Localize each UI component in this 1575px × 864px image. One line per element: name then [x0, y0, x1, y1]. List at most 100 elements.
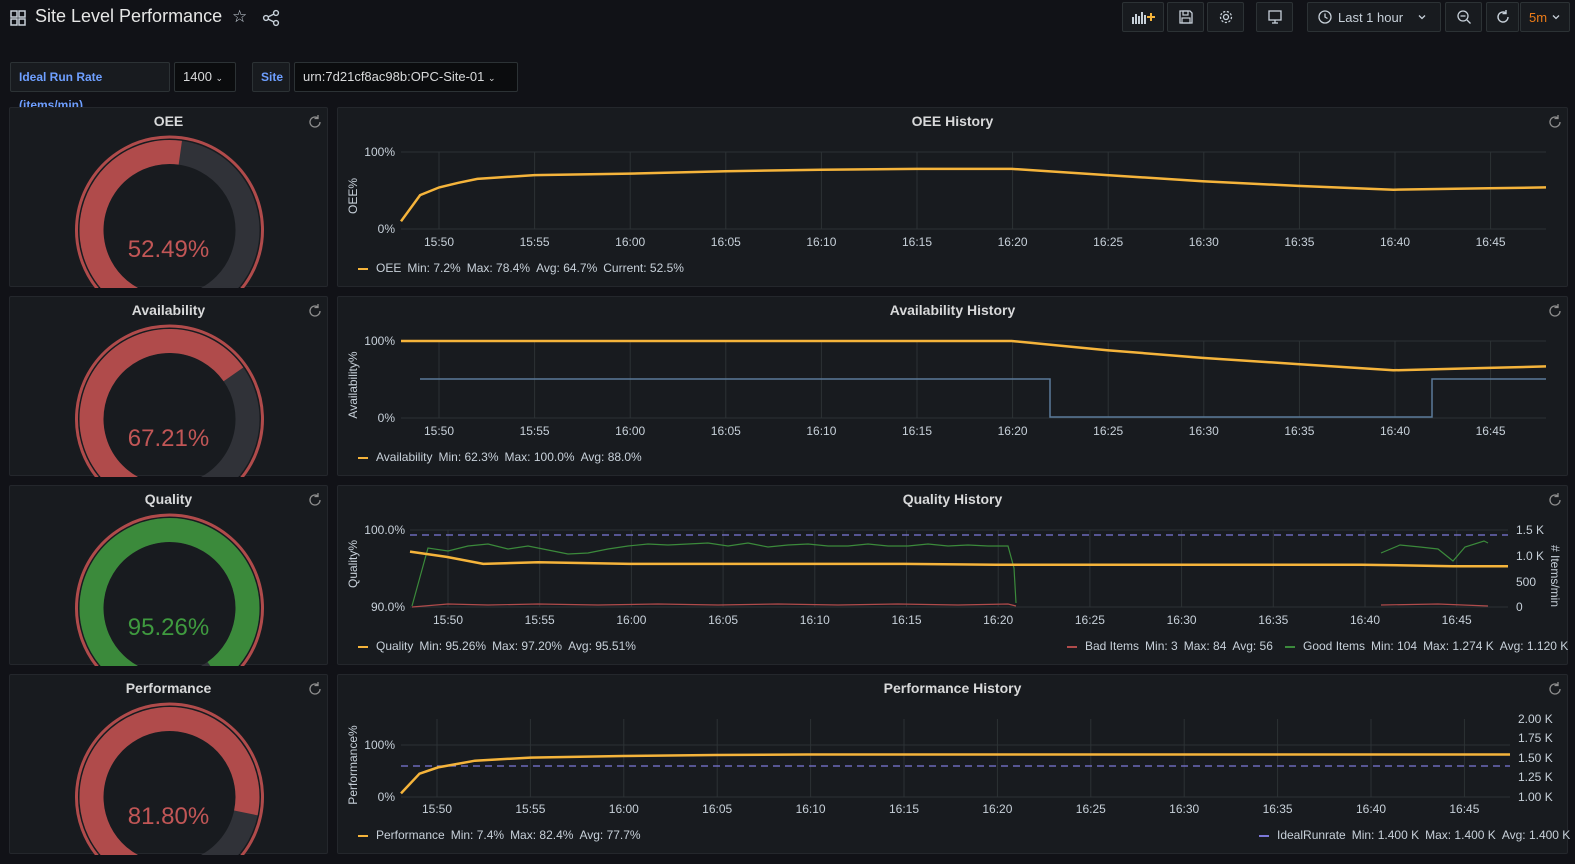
x-tick-label: 16:25 — [1093, 235, 1123, 249]
legend-oee[interactable]: OEE Min: 7.2% Max: 78.4% Avg: 64.7% Current:… — [358, 261, 684, 275]
performance-history-panel[interactable]: Performance History 100% 0% Performance%… — [337, 674, 1570, 854]
x-tick-label: 16:10 — [806, 235, 836, 249]
y2-tick-1000: 1.00 K — [1518, 790, 1553, 804]
gauge-value-arc — [79, 329, 244, 477]
x-tick-label: 16:00 — [616, 613, 646, 627]
chevron-down-icon: ⌄ — [488, 73, 496, 83]
quality-history-panel[interactable]: Quality History 100.0% 90.0% Quality% 1.… — [337, 485, 1568, 665]
legend-availability[interactable]: Availability Min: 62.3% Max: 100.0% Avg: 88… — [358, 450, 642, 464]
legend-good-items[interactable]: Good Items Min: 104 Max: 1.274 K Avg: 1.120… — [1285, 639, 1568, 653]
dashboards-grid-icon[interactable] — [10, 10, 26, 26]
x-tick-label: 16:20 — [998, 424, 1028, 438]
x-tick-label: 16:05 — [711, 235, 741, 249]
y2-tick-1500: 1.5 K — [1516, 523, 1544, 537]
gauge-value: 52.49% — [127, 236, 210, 263]
legend-min: Min: 7.4% — [450, 828, 505, 842]
y-tick-0: 0% — [378, 411, 396, 425]
legend-ideal-runrate[interactable]: IdealRunrate Min: 1.400 K Max: 1.400 K Avg:… — [1259, 828, 1570, 842]
x-tick-label: 16:45 — [1476, 235, 1506, 249]
save-dashboard-button[interactable] — [1167, 2, 1204, 32]
legend-max: Max: 1.274 K — [1423, 639, 1494, 653]
x-tick-label: 16:40 — [1380, 424, 1410, 438]
legend-current: Current: 52.5% — [603, 261, 684, 275]
variable-select-site[interactable]: urn:7d21cf8ac98b:OPC-Site-01 ⌄ — [294, 62, 518, 92]
gauge-panel-oee[interactable]: OEE 52.49% — [9, 107, 328, 288]
time-grid — [436, 719, 1465, 797]
y-axis-label: Availability% — [346, 351, 360, 418]
legend-bad-items[interactable]: Bad Items Min: 3 Max: 84 Avg: 56 — [1067, 639, 1273, 653]
legend-min: Min: 104 — [1371, 639, 1418, 653]
legend-avg: Avg: 1.400 K — [1501, 828, 1571, 842]
legend-min: Min: 3 — [1145, 639, 1178, 653]
gauge-panel-quality[interactable]: Quality 95.26% — [9, 485, 328, 666]
gauge-panel-performance[interactable]: Performance 81.80% — [9, 674, 328, 855]
y-axis-label: Quality% — [346, 540, 360, 588]
x-tick-label: 16:05 — [702, 802, 732, 816]
gauge-panel-availability[interactable]: Availability 67.21% — [9, 296, 328, 477]
legend-min: Min: 62.3% — [438, 450, 499, 464]
legend-swatch — [1067, 645, 1077, 648]
availability-history-panel[interactable]: Availability History 100% 0% Availabilit… — [337, 296, 1568, 476]
legend-avg: Avg: 77.7% — [579, 828, 641, 842]
oee-history-panel[interactable]: OEE History 100% 0% OEE% 15:50 15:55 16:00… — [337, 107, 1568, 287]
refresh-button[interactable] — [1486, 2, 1519, 32]
x-tick-label: 16:30 — [1167, 613, 1197, 627]
good-items-line — [411, 542, 1017, 607]
running-state-line — [420, 378, 1546, 418]
x-ticks: 15:50 15:55 16:00 16:05 16:10 16:15 16:20 16:25… — [422, 802, 1480, 816]
x-tick-label: 16:25 — [1076, 802, 1106, 816]
legend-swatch — [358, 834, 368, 837]
dashboard-header: Site Level Performance ☆ Last 1 hour 5m — [0, 0, 1575, 36]
y-tick-100: 100.0% — [364, 523, 405, 537]
x-tick-label: 16:15 — [889, 802, 919, 816]
time-range-picker[interactable]: Last 1 hour — [1307, 2, 1441, 32]
legend-performance[interactable]: Performance Min: 7.4% Max: 82.4% Avg: 77.7% — [358, 828, 641, 842]
dashboard-title[interactable]: Site Level Performance — [35, 6, 222, 27]
x-tick-label: 15:50 — [424, 424, 454, 438]
x-tick-label: 16:40 — [1356, 802, 1386, 816]
x-tick-label: 16:00 — [609, 802, 639, 816]
legend-max: Max: 78.4% — [466, 261, 531, 275]
add-panel-button[interactable] — [1122, 2, 1164, 32]
gear-icon — [1219, 10, 1232, 24]
x-tick-label: 15:50 — [424, 235, 454, 249]
legend-avg: Avg: 95.51% — [568, 639, 636, 653]
time-range-label: Last 1 hour — [1338, 9, 1404, 25]
x-ticks: 15:50 15:55 16:00 16:05 16:10 16:15 16:20 16:25… — [424, 424, 1506, 438]
y-tick-100: 100% — [364, 334, 395, 348]
save-icon — [1178, 10, 1193, 24]
variable-label-site: Site — [252, 62, 290, 92]
dashboard-settings-button[interactable] — [1207, 2, 1244, 32]
x-tick-label: 16:15 — [902, 424, 932, 438]
share-icon[interactable] — [262, 9, 280, 27]
legend-min: Min: 1.400 K — [1351, 828, 1420, 842]
variable-label-ideal-run-rate: Ideal Run Rate (items/min) — [10, 62, 170, 112]
star-icon[interactable]: ☆ — [232, 8, 247, 26]
x-tick-label: 16:30 — [1189, 235, 1219, 249]
refresh-icon — [1496, 10, 1509, 23]
tv-mode-button[interactable] — [1256, 2, 1293, 32]
x-tick-label: 15:55 — [515, 802, 545, 816]
y2-tick-1250: 1.25 K — [1518, 770, 1553, 784]
x-tick-label: 16:45 — [1476, 424, 1506, 438]
zoom-out-icon — [1456, 10, 1471, 24]
y2-tick-500: 500 — [1516, 575, 1536, 589]
legend-min: Min: 7.2% — [407, 261, 461, 275]
y2-tick-2000: 2.00 K — [1518, 712, 1553, 726]
x-tick-label: 15:55 — [520, 424, 550, 438]
x-tick-label: 16:00 — [615, 424, 645, 438]
zoom-out-button[interactable] — [1445, 2, 1482, 32]
refresh-interval-picker[interactable]: 5m — [1520, 2, 1570, 32]
refresh-interval-value: 5m — [1528, 9, 1548, 25]
x-tick-label: 16:15 — [902, 235, 932, 249]
legend-avg: Avg: 64.7% — [536, 261, 598, 275]
legend-quality[interactable]: Quality Min: 95.26% Max: 97.20% Avg: 95.51% — [358, 639, 636, 653]
legend-avg: Avg: 56 — [1232, 639, 1273, 653]
x-tick-label: 16:10 — [796, 802, 826, 816]
x-tick-label: 16:10 — [800, 613, 830, 627]
x-tick-label: 15:50 — [422, 802, 452, 816]
variable-value-site: urn:7d21cf8ac98b:OPC-Site-01 — [303, 69, 485, 84]
x-tick-label: 16:40 — [1380, 235, 1410, 249]
x-tick-label: 16:15 — [891, 613, 921, 627]
variable-select-ideal-run-rate[interactable]: urn:7d21cf8ac98b:OPC-Site-01 1400 ⌄ — [174, 62, 236, 92]
